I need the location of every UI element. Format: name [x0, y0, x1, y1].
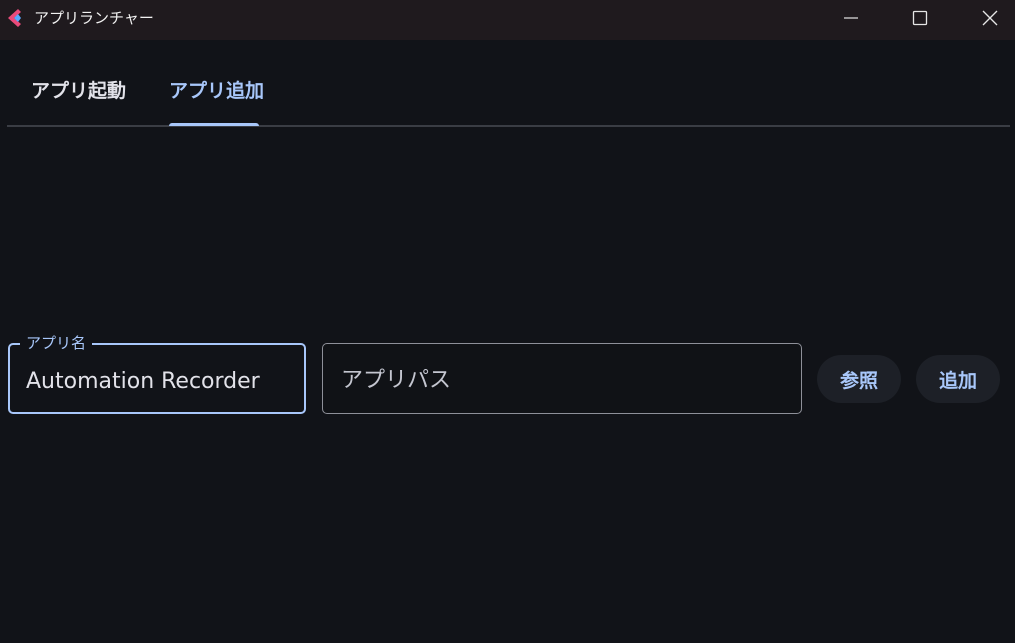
- app-name-value[interactable]: Automation Recorder: [26, 368, 260, 396]
- browse-button[interactable]: 参照: [817, 355, 901, 403]
- app-name-field[interactable]: アプリ名 Automation Recorder: [8, 333, 306, 414]
- tab-active-indicator: [169, 123, 259, 126]
- tab-divider: [7, 125, 1010, 127]
- close-button[interactable]: [967, 0, 1013, 36]
- title-bar: アプリランチャー: [0, 0, 1015, 40]
- minimize-button[interactable]: [828, 0, 874, 36]
- close-icon: [982, 10, 998, 26]
- app-name-label: アプリ名: [20, 333, 93, 353]
- window-title: アプリランチャー: [34, 9, 154, 27]
- tab-app-launch[interactable]: アプリ起動: [31, 56, 126, 126]
- tab-bar: アプリ起動 アプリ追加: [7, 56, 1010, 127]
- tab-app-add[interactable]: アプリ追加: [169, 56, 264, 126]
- add-button[interactable]: 追加: [916, 355, 1000, 403]
- maximize-button[interactable]: [897, 0, 943, 36]
- maximize-icon: [912, 10, 928, 26]
- app-path-placeholder: アプリパス: [341, 368, 452, 393]
- app-path-field[interactable]: アプリパス: [322, 343, 802, 414]
- minimize-icon: [844, 17, 858, 19]
- app-logo-icon: [8, 9, 21, 27]
